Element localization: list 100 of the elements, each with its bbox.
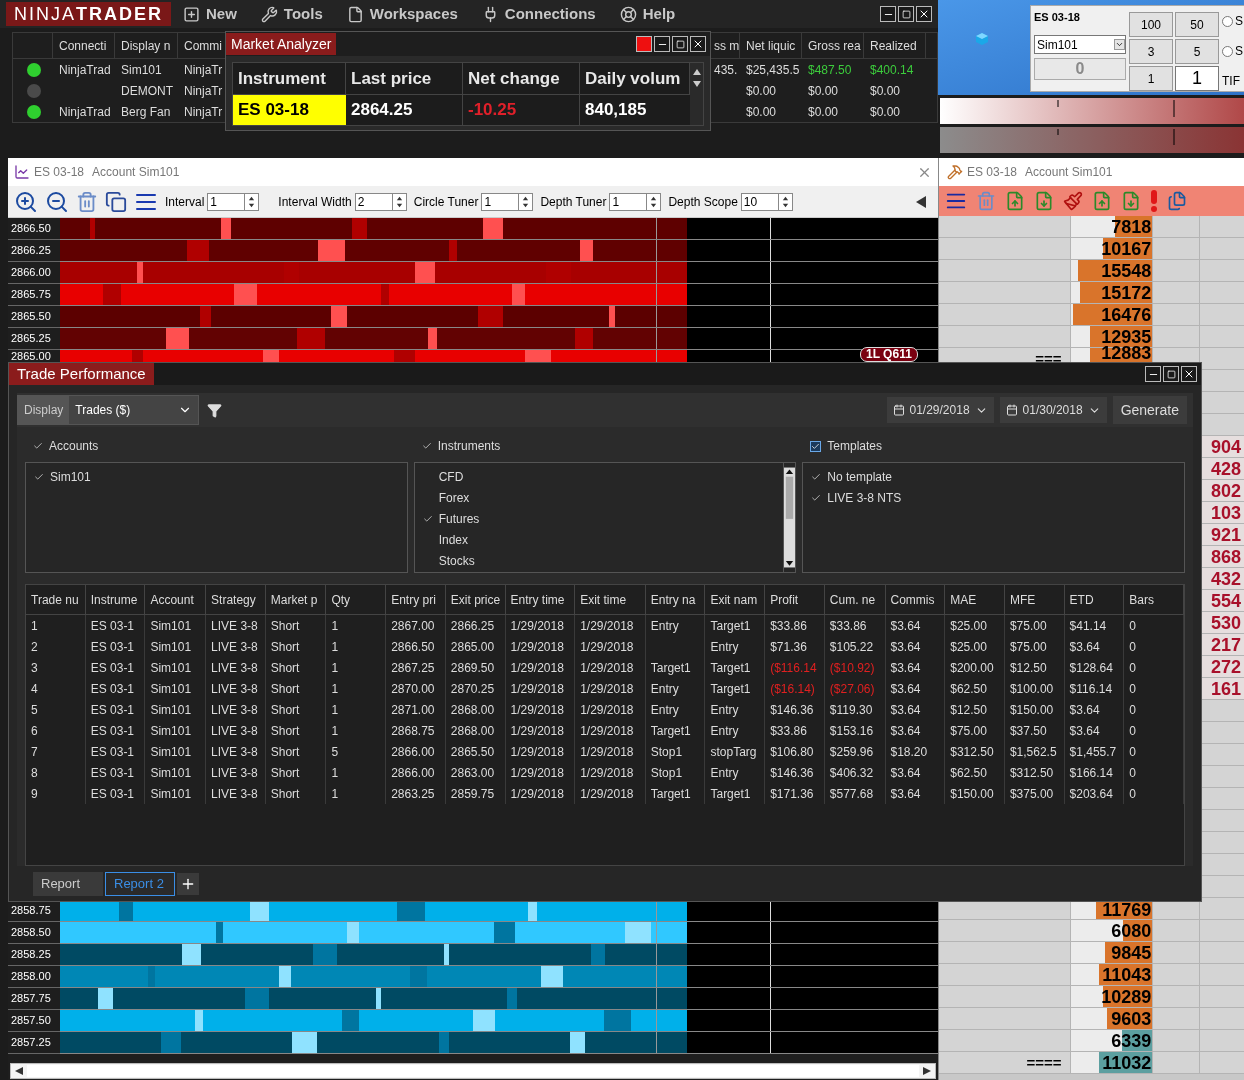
spinner-field[interactable]: 2 [354, 192, 393, 211]
column-header[interactable]: Display n [121, 36, 171, 55]
close-button[interactable] [1181, 366, 1197, 382]
volume-value: 15172 [1101, 283, 1153, 302]
column-header[interactable]: Bars [1129, 590, 1154, 609]
spinner-field[interactable]: 1 [481, 192, 520, 211]
column-header[interactable]: Daily volum [585, 65, 681, 92]
filter-list-item[interactable]: Forex [414, 487, 784, 508]
check-icon[interactable] [33, 441, 43, 451]
column-header[interactable]: MAE [950, 590, 977, 609]
spin-arrows-icon[interactable] [647, 192, 662, 211]
column-header[interactable]: Connecti [59, 36, 107, 55]
zoom-out-icon[interactable] [45, 189, 69, 214]
spinner-field[interactable]: 1 [207, 192, 246, 211]
minimize-button[interactable] [654, 36, 670, 52]
spin-arrows-icon[interactable] [245, 192, 260, 211]
account-dropdown[interactable]: Sim101 [1034, 35, 1126, 54]
close-button[interactable] [916, 6, 932, 22]
filter-label: Accounts [49, 438, 99, 455]
column-header[interactable]: Realized [870, 36, 917, 55]
windows-icon[interactable] [105, 190, 127, 213]
column-header[interactable]: Commis [890, 590, 935, 609]
quantity-button[interactable]: 50 [1175, 12, 1219, 37]
column-header[interactable]: Account [150, 590, 194, 609]
check-icon[interactable] [422, 513, 433, 524]
filter-icon[interactable] [207, 402, 222, 418]
quantity-button[interactable]: 1 [1129, 66, 1173, 91]
filter-list-item[interactable]: CFD [414, 466, 784, 487]
filter-list-item[interactable]: Futures [414, 508, 784, 529]
column-header[interactable]: Instrume [90, 590, 138, 609]
close-button[interactable] [690, 36, 706, 52]
generate-button[interactable]: Generate [1112, 396, 1187, 424]
filter-list-item[interactable]: Sim101 [26, 466, 407, 487]
scroll-left-icon[interactable] [15, 1067, 23, 1075]
date-picker[interactable]: 01/29/2018 [886, 397, 994, 423]
minimize-button[interactable] [880, 6, 896, 22]
column-header[interactable]: ETD [1069, 590, 1094, 609]
menu-item[interactable]: New [183, 2, 237, 26]
report-tab[interactable]: Report [33, 872, 103, 896]
radio-button[interactable] [1222, 45, 1233, 57]
collapse-triangle-icon[interactable] [916, 195, 926, 208]
maximize-button[interactable] [672, 36, 688, 52]
column-header[interactable]: Qty [331, 590, 351, 609]
menu-item[interactable]: Help [619, 2, 676, 26]
scroll-arrows-icon[interactable] [691, 67, 702, 89]
check-icon[interactable] [34, 471, 44, 482]
column-header[interactable]: Exit time [580, 590, 627, 609]
checkbox[interactable] [810, 440, 822, 452]
filter-list-item[interactable]: LIVE 3-8 NTS [803, 487, 1184, 508]
column-header[interactable]: Instrument [238, 65, 326, 92]
column-header[interactable]: Net change [468, 65, 560, 92]
column-header[interactable]: Last price [351, 65, 432, 92]
column-header[interactable]: Entry na [650, 590, 696, 609]
column-header[interactable]: Trade nu [31, 590, 79, 609]
column-header[interactable]: Market p [270, 590, 318, 609]
vertical-scrollbar[interactable] [783, 463, 796, 572]
trash-icon[interactable] [76, 190, 98, 213]
horizontal-scrollbar[interactable] [10, 1063, 936, 1079]
radio-button[interactable] [1222, 15, 1233, 27]
zoom-in-icon[interactable] [14, 189, 38, 214]
add-tab-icon[interactable] [177, 873, 199, 895]
menu-item[interactable]: Workspaces [346, 2, 458, 26]
brush-icon[interactable] [1063, 191, 1083, 211]
quantity-button[interactable]: 3 [1129, 39, 1173, 64]
column-header[interactable]: Entry time [510, 590, 565, 609]
column-header[interactable]: ss m [714, 36, 739, 55]
report-tab[interactable]: Report 2 [105, 872, 175, 896]
menu-item[interactable]: Tools [260, 2, 323, 26]
column-header[interactable]: Strategy [211, 590, 256, 609]
column-header[interactable]: MFE [1009, 590, 1036, 609]
column-header[interactable]: Exit nam [710, 590, 758, 609]
column-header[interactable]: Net liquic [746, 36, 796, 55]
spinner-field[interactable]: 10 [740, 192, 779, 211]
display-dropdown[interactable]: Display Trades ($) [17, 395, 199, 425]
filter-list-item[interactable]: Index [414, 529, 784, 550]
column-header[interactable]: Commi [184, 36, 222, 55]
quantity-button[interactable]: 100 [1129, 12, 1173, 37]
column-header[interactable]: Exit price [450, 590, 501, 609]
check-icon[interactable] [811, 492, 822, 503]
scroll-right-icon[interactable] [923, 1067, 931, 1075]
check-icon[interactable] [811, 471, 822, 482]
column-header[interactable]: Profit [770, 590, 799, 609]
menu-item[interactable]: Connections [481, 2, 596, 26]
column-header[interactable]: Cum. ne [829, 590, 876, 609]
filter-list-item[interactable]: Stocks [414, 550, 784, 571]
documents-icon[interactable] [1167, 191, 1187, 211]
filter-list-item[interactable]: No template [803, 466, 1184, 487]
spinner-field[interactable]: 1 [609, 192, 648, 211]
order-badge[interactable]: 1L Q611 [860, 347, 918, 362]
maximize-button[interactable] [1163, 366, 1179, 382]
column-header[interactable]: Entry pri [391, 590, 436, 609]
spin-arrows-icon[interactable] [519, 192, 534, 211]
check-icon[interactable] [421, 441, 432, 451]
link-swatch-button[interactable] [636, 36, 652, 52]
quantity-button[interactable]: 5 [1175, 39, 1219, 64]
minimize-button[interactable] [1145, 366, 1161, 382]
quantity-field[interactable]: 1 [1175, 66, 1219, 91]
column-header[interactable]: Gross rea [808, 36, 861, 55]
date-picker[interactable]: 01/30/2018 [999, 397, 1107, 423]
maximize-button[interactable] [898, 6, 914, 22]
